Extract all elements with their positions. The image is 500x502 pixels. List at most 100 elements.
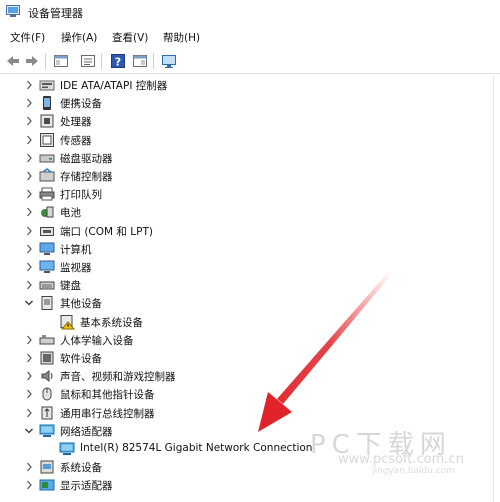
tree-item-22[interactable]: 显示适配器 [0,476,500,494]
tree-item-7[interactable]: 电池 [0,203,500,221]
watermark-url: www.pcsoft.com.cn [338,452,464,467]
tree-item-13[interactable]: 基本系统设备 [0,313,500,331]
ide-controller-icon [39,80,55,91]
help-icon[interactable]: ? [110,53,126,69]
menu-help[interactable]: 帮助(H) [163,30,200,45]
back-arrow-icon[interactable] [5,53,21,69]
chevron-right-icon[interactable] [24,349,34,367]
tree-item-17[interactable]: 鼠标和其他指针设备 [0,385,500,403]
tree-item-label: 通用串行总线控制器 [60,407,155,420]
portable-device-icon [43,96,51,111]
port-icon [40,226,54,236]
sensor-icon [40,132,54,147]
tree-item-label: 处理器 [60,116,92,129]
tree-item-label: 存储控制器 [60,171,113,183]
chevron-right-icon[interactable] [24,404,34,422]
chevron-right-icon[interactable] [24,476,34,494]
tree-item-label: 键盘 [60,280,81,293]
menu-file[interactable]: 文件(F) [10,30,45,45]
chevron-right-icon[interactable] [24,331,34,349]
tree-item-label: 软件设备 [60,353,102,365]
tree-item-16[interactable]: 声音、视频和游戏控制器 [0,367,500,385]
disk-drive-icon [39,154,55,163]
chevron-right-icon[interactable] [24,367,34,385]
window-title: 设备管理器 [28,7,83,20]
chevron-down-icon[interactable] [24,294,34,312]
tree-item-label: 便携设备 [60,98,102,111]
menu-view[interactable]: 查看(V) [112,30,148,45]
monitor-icon [39,260,55,273]
toolbar: ? [0,49,500,74]
chevron-right-icon[interactable] [24,203,34,221]
tree-item-8[interactable]: 端口 (COM 和 LPT) [0,222,500,240]
chevron-right-icon[interactable] [24,240,34,258]
software-device-icon [40,351,54,365]
display-adapter-icon [39,479,55,491]
warning-device-icon [60,314,75,330]
usb-icon [41,406,53,420]
tree-item-label: 传感器 [60,134,92,147]
tree-item-15[interactable]: 软件设备 [0,349,500,367]
tree-item-10[interactable]: 监视器 [0,258,500,276]
toolbar-separator [45,53,46,69]
tree-item-label: 鼠标和其他指针设备 [60,389,155,402]
tree-item-18[interactable]: 通用串行总线控制器 [0,404,500,422]
tree-item-label: 其他设备 [60,298,102,311]
tree-item-9[interactable]: 计算机 [0,240,500,258]
chevron-right-icon[interactable] [24,149,34,167]
chevron-right-icon[interactable] [24,76,34,94]
device-manager-app-icon [6,5,20,17]
chevron-right-icon[interactable] [24,276,34,294]
mouse-icon [42,387,52,401]
tree-item-label: 监视器 [60,262,92,274]
chevron-right-icon[interactable] [24,222,34,240]
toolbar-separator [153,53,154,69]
tree-item-label: IDE ATA/ATAPI 控制器 [60,80,168,92]
tree-item-label: 计算机 [60,243,92,256]
other-devices-icon [41,296,53,311]
tree-item-label: 系统设备 [60,462,102,475]
network-adapter-icon [39,424,55,437]
chevron-right-icon[interactable] [24,458,34,476]
processor-icon [40,114,54,128]
tree-item-12[interactable]: 其他设备 [0,294,500,312]
chevron-right-icon[interactable] [24,167,34,185]
tree-item-label: 声音、视频和游戏控制器 [60,371,176,384]
storage-controller-icon [39,168,55,182]
monitor-scan-icon[interactable] [161,53,177,69]
tree-item-3[interactable]: 传感器 [0,131,500,149]
show-hide-console-icon[interactable] [53,53,69,69]
tree-item-label: 显示适配器 [60,480,113,493]
tree-item-6[interactable]: 打印队列 [0,185,500,203]
tree-item-label: 人体学输入设备 [60,334,134,347]
tree-item-label: 打印队列 [60,189,102,202]
system-device-icon [40,460,54,474]
tree-item-label: 磁盘驱动器 [60,152,113,165]
computer-icon [39,242,55,255]
toolbar-separator [101,53,102,69]
chevron-right-icon[interactable] [24,385,34,403]
chevron-down-icon[interactable] [24,422,34,440]
forward-arrow-icon[interactable] [24,53,40,69]
chevron-right-icon[interactable] [24,94,34,112]
tree-item-11[interactable]: 键盘 [0,276,500,294]
tree-item-0[interactable]: IDE ATA/ATAPI 控制器 [0,76,500,94]
speaker-icon [41,370,53,383]
chevron-right-icon[interactable] [24,185,34,203]
keyboard-icon [39,281,55,290]
tree-item-1[interactable]: 便携设备 [0,94,500,112]
tree-item-5[interactable]: 存储控制器 [0,167,500,185]
chevron-right-icon[interactable] [24,112,34,130]
chevron-right-icon[interactable] [24,131,34,149]
battery-icon [41,206,54,218]
chevron-right-icon[interactable] [24,258,34,276]
tree-item-4[interactable]: 磁盘驱动器 [0,149,500,167]
action-pane-icon[interactable] [132,53,148,69]
printer-icon [39,187,55,201]
svg-text:?: ? [115,56,121,69]
properties-icon[interactable] [80,53,96,69]
menu-action[interactable]: 操作(A) [61,30,97,45]
tree-item-2[interactable]: 处理器 [0,112,500,130]
network-adapter-icon [59,442,75,455]
tree-item-14[interactable]: 人体学输入设备 [0,331,500,349]
